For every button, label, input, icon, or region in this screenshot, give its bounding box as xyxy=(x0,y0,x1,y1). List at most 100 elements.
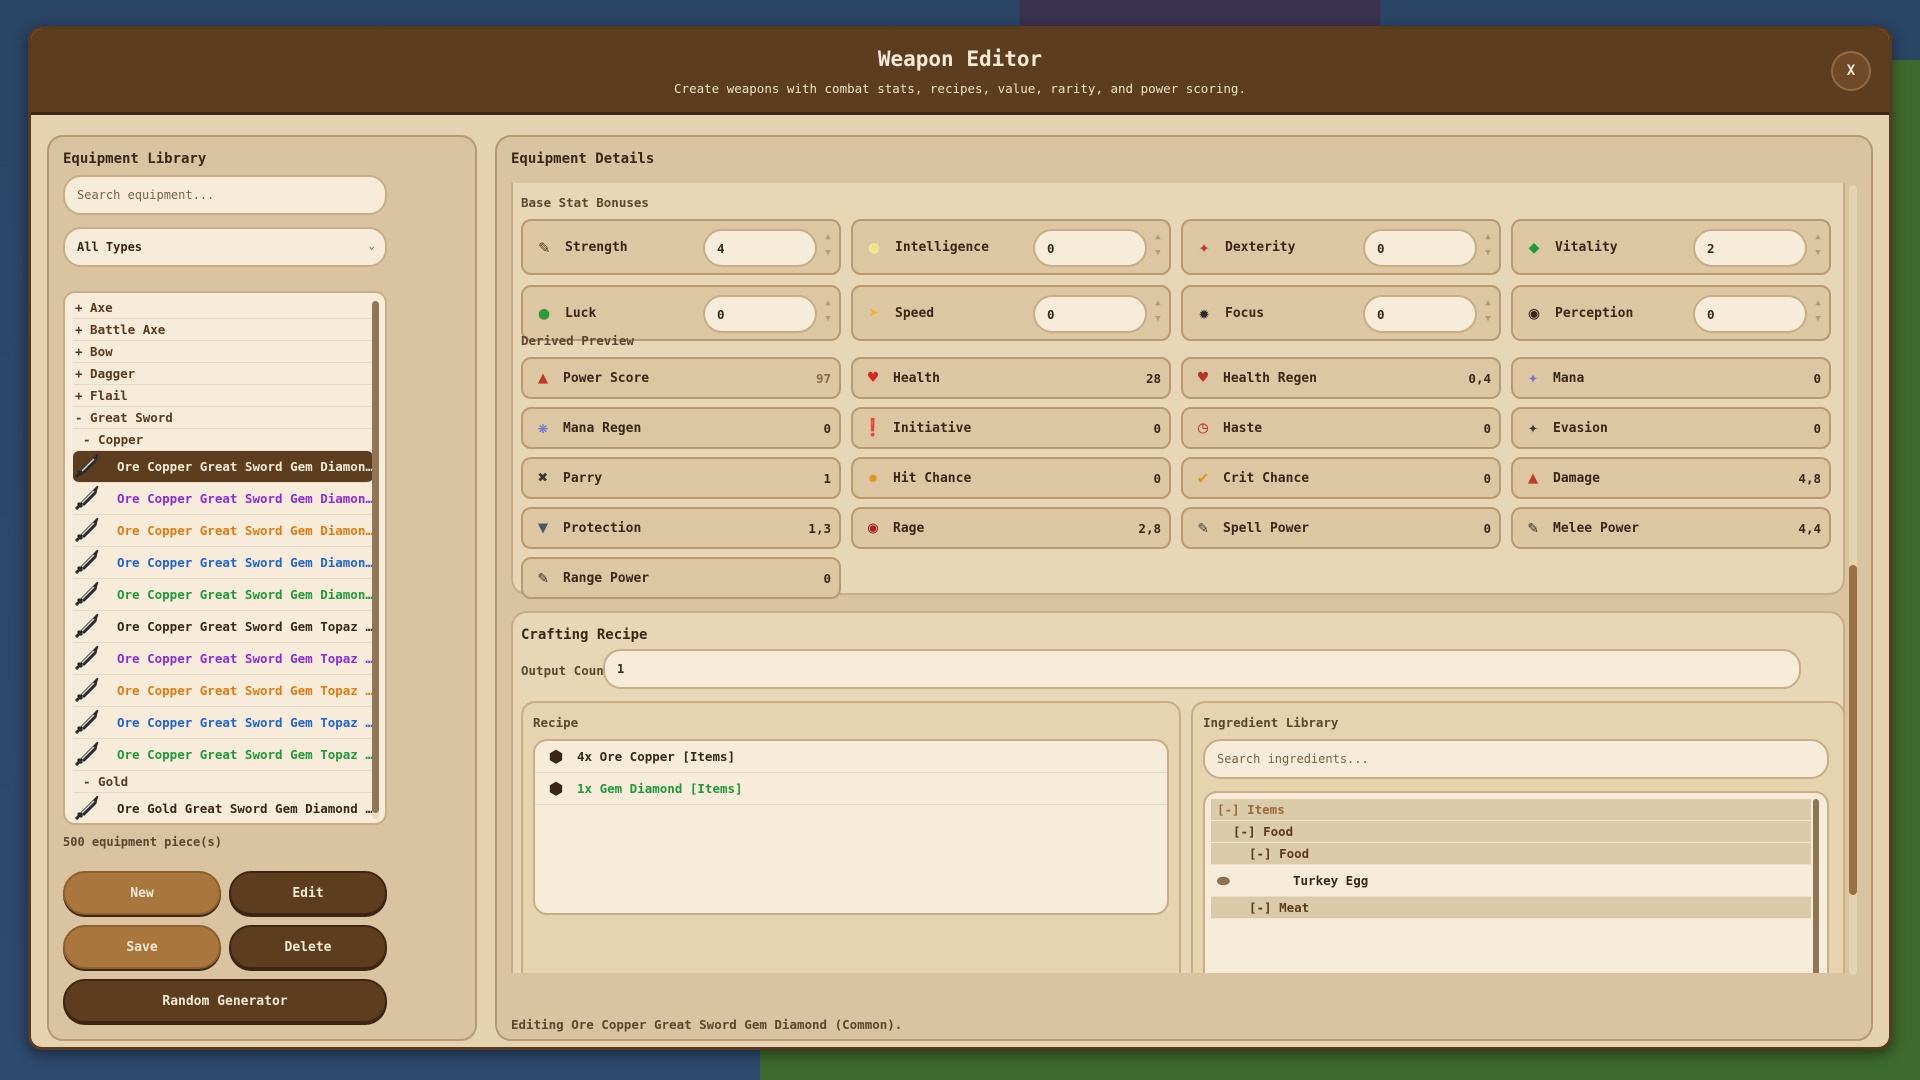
power-score-icon: ▲ xyxy=(537,368,549,388)
equipment-list-item[interactable]: Ore Copper Great Sword Gem Topaz (Rare) … xyxy=(73,707,373,739)
details-scrollbar[interactable] xyxy=(1849,185,1857,975)
ingredient-subgroup-food[interactable]: [-] Food xyxy=(1211,843,1811,865)
base-stat-label: Focus xyxy=(1225,305,1265,321)
ingredient-subgroup-meat[interactable]: [-] Meat xyxy=(1211,897,1811,919)
type-filter-select[interactable]: All Types ⌄ xyxy=(63,227,387,267)
equipment-library-panel: Equipment Library Search equipment... Al… xyxy=(47,135,477,1041)
base-stat-input[interactable]: 2 xyxy=(1693,229,1807,267)
new-button[interactable]: New xyxy=(63,871,221,915)
parry-icon: ✖ xyxy=(537,468,549,488)
equipment-search-input[interactable]: Search equipment... xyxy=(63,175,387,215)
rage-icon: ◉ xyxy=(867,518,879,538)
derived-stat-card: ✹ Hit Chance 0 xyxy=(851,457,1171,499)
base-stat-card: ➤ Speed 0 ▲ ▼ xyxy=(851,285,1171,341)
base-stat-card: ✦ Dexterity 0 ▲ ▼ xyxy=(1181,219,1501,275)
great-sword-icon xyxy=(73,709,99,737)
ingredient-library-box: Ingredient Library Search ingredients...… xyxy=(1191,701,1845,973)
health-icon: ♥ xyxy=(867,368,879,388)
derived-stat-value: 0 xyxy=(1813,370,1821,386)
recipe-ingredient[interactable]: ⬢ 4x Ore Copper [Items] xyxy=(535,741,1167,773)
recipe-ingredient[interactable]: ⬢ 1x Gem Diamond [Items] xyxy=(535,773,1167,805)
window-subtitle: Create weapons with combat stats, recipe… xyxy=(674,81,1246,96)
ingredient-search-input[interactable]: Search ingredients... xyxy=(1203,739,1829,779)
strength-icon: ✎ xyxy=(538,236,550,258)
derived-stat-card: ♥ Health 28 xyxy=(851,357,1171,399)
derived-stat-label: Crit Chance xyxy=(1223,470,1310,486)
equipment-list-item[interactable]: Ore Copper Great Sword Gem Topaz (Uncomm… xyxy=(73,739,373,771)
derived-stat-label: Health Regen xyxy=(1223,370,1317,386)
base-stat-input[interactable]: 4 xyxy=(703,229,817,267)
tree-category[interactable]: + Dagger xyxy=(73,363,373,385)
tree-scrollbar[interactable] xyxy=(372,301,379,819)
base-stat-input[interactable]: 0 xyxy=(1033,295,1147,333)
equipment-list-item[interactable]: Ore Copper Great Sword Gem Diamond (Comm… xyxy=(73,451,373,483)
initiative-icon: ❗ xyxy=(862,418,884,438)
stepper-arrows-icon[interactable]: ▲ ▼ xyxy=(1483,229,1493,261)
stepper-arrows-icon[interactable]: ▲ ▼ xyxy=(823,229,833,261)
details-scroll-area: Base Stat Bonuses ✎ Strength 4 ▲ ▼ ● Intellige… xyxy=(511,183,1845,973)
base-stat-label: Luck xyxy=(565,305,597,321)
delete-button[interactable]: Delete xyxy=(229,925,387,969)
base-stat-label: Strength xyxy=(565,239,628,255)
equipment-list-item[interactable]: Ore Copper Great Sword Gem Diamond (Unco… xyxy=(73,579,373,611)
equipment-list-item[interactable]: Ore Copper Great Sword Gem Diamond (Rare… xyxy=(73,547,373,579)
equipment-list-item[interactable]: Ore Copper Great Sword Gem Diamond (Epic… xyxy=(73,483,373,515)
stepper-arrows-icon[interactable]: ▲ ▼ xyxy=(1153,295,1163,327)
ingredient-group-food[interactable]: [-] Food xyxy=(1211,821,1811,843)
base-stat-card: ✹ Focus 0 ▲ ▼ xyxy=(1181,285,1501,341)
equipment-item-label: Ore Copper Great Sword Gem Topaz (Legend… xyxy=(117,683,373,698)
derived-stat-value: 28 xyxy=(1145,370,1161,386)
turkey-egg-icon: ⬬ xyxy=(1217,871,1230,890)
tree-subgroup-gold[interactable]: - Gold xyxy=(73,771,373,793)
ingredient-library-label: Ingredient Library xyxy=(1203,715,1339,730)
derived-stat-value: 4,8 xyxy=(1798,470,1821,486)
equipment-item-label: Ore Copper Great Sword Gem Topaz (Epic) … xyxy=(117,651,373,666)
save-button[interactable]: Save xyxy=(63,925,221,969)
base-stat-input[interactable]: 0 xyxy=(1033,229,1147,267)
stepper-arrows-icon[interactable]: ▲ ▼ xyxy=(1813,295,1823,327)
stepper-arrows-icon[interactable]: ▲ ▼ xyxy=(1483,295,1493,327)
derived-stat-card: ❋ Mana Regen 0 xyxy=(521,407,841,449)
evasion-icon: ✦ xyxy=(1527,418,1539,438)
tree-category[interactable]: + Axe xyxy=(73,297,373,319)
derived-stat-label: Rage xyxy=(893,520,925,536)
melee-power-icon: ✎ xyxy=(1527,518,1539,538)
protection-icon: ▼ xyxy=(537,518,549,538)
equipment-list-item[interactable]: Ore Copper Great Sword Gem Topaz (Legend… xyxy=(73,675,373,707)
tree-category[interactable]: + Bow xyxy=(73,341,373,363)
base-stat-bonuses-label: Base Stat Bonuses xyxy=(521,195,649,210)
derived-stat-card: ✎ Melee Power 4,4 xyxy=(1511,507,1831,549)
derived-stat-value: 0 xyxy=(1153,420,1161,436)
stepper-arrows-icon[interactable]: ▲ ▼ xyxy=(1813,229,1823,261)
haste-icon: ◷ xyxy=(1197,418,1209,438)
ingredient-scrollbar[interactable] xyxy=(1813,799,1819,973)
equipment-list-item[interactable]: Ore Copper Great Sword Gem Topaz (Epic) … xyxy=(73,643,373,675)
tree-category[interactable]: + Battle Axe xyxy=(73,319,373,341)
random-generator-button[interactable]: Random Generator xyxy=(63,979,387,1023)
hit-chance-icon: ✹ xyxy=(867,468,879,488)
recipe-ingredient-label: 1x Gem Diamond [Items] xyxy=(577,781,743,796)
stepper-arrows-icon[interactable]: ▲ ▼ xyxy=(1153,229,1163,261)
equipment-list-item[interactable]: Ore Copper Great Sword Gem Diamond (Lege… xyxy=(73,515,373,547)
tree-subgroup-copper[interactable]: - Copper xyxy=(73,429,373,451)
base-stat-input[interactable]: 0 xyxy=(1693,295,1807,333)
base-stat-input[interactable]: 0 xyxy=(1363,229,1477,267)
base-stat-input[interactable]: 0 xyxy=(703,295,817,333)
output-count-input[interactable]: 1 xyxy=(603,649,1801,689)
equipment-item-label: Ore Copper Great Sword Gem Topaz (Uncomm… xyxy=(117,747,373,762)
stepper-arrows-icon[interactable]: ▲ ▼ xyxy=(823,295,833,327)
tree-category[interactable]: - Great Sword xyxy=(73,407,373,429)
close-button[interactable]: X xyxy=(1831,51,1871,91)
ingredient-group-items[interactable]: [-] Items xyxy=(1211,799,1811,821)
base-stat-input[interactable]: 0 xyxy=(1363,295,1477,333)
ingredient-item-turkey-egg[interactable]: ⬬ Turkey Egg xyxy=(1211,865,1811,897)
tree-category[interactable]: + Flail xyxy=(73,385,373,407)
great-sword-icon xyxy=(73,613,99,641)
equipment-tree: + Axe + Battle Axe + Bow + Dagger + Flail - G… xyxy=(63,291,387,825)
equipment-item-label: Ore Copper Great Sword Gem Diamond (Epic… xyxy=(117,491,373,506)
edit-button[interactable]: Edit xyxy=(229,871,387,915)
derived-preview-label: Derived Preview xyxy=(521,333,634,348)
equipment-list-item[interactable]: Ore Copper Great Sword Gem Topaz (Common… xyxy=(73,611,373,643)
ore-icon: ⬢ xyxy=(549,779,563,798)
equipment-list-item[interactable]: Ore Gold Great Sword Gem Diamond (Common… xyxy=(73,793,373,823)
